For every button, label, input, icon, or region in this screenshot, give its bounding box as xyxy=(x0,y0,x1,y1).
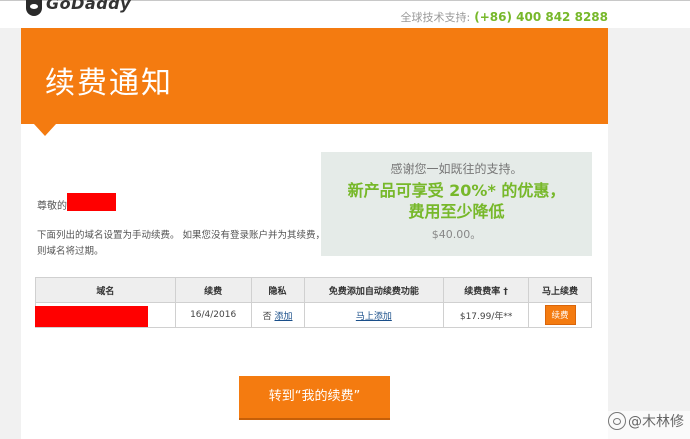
notice-banner: 续费通知 xyxy=(21,28,608,124)
logo-text: GoDaddy xyxy=(46,0,132,13)
col-header-rate: 续费费率 † xyxy=(443,277,530,303)
renewal-date: 16/4/2016 xyxy=(174,302,252,328)
promo-offer-line2: 费用至少降低 xyxy=(408,202,505,221)
renew-button[interactable]: 续费 xyxy=(544,305,576,325)
promo-offer: 新产品可享受 20%* 的优惠， 费用至少降低 xyxy=(321,180,592,222)
col-header-auto-renew: 免费添加自动续费功能 xyxy=(303,277,445,303)
privacy-cell: 否 添加 xyxy=(250,302,305,328)
godaddy-logo-icon xyxy=(26,0,42,16)
col-header-privacy: 隐私 xyxy=(250,277,305,303)
redacted-customer-name xyxy=(67,193,116,211)
watermark: @木林修 xyxy=(608,411,690,439)
godaddy-logo[interactable]: GoDaddy xyxy=(26,0,131,26)
promo-price: $40.00。 xyxy=(431,228,482,241)
email-card: 续费通知 感谢您一如既往的支持。 新产品可享受 20%* 的优惠， 费用至少降低… xyxy=(21,28,608,439)
promo-box: 感谢您一如既往的支持。 新产品可享受 20%* 的优惠， 费用至少降低 $40.… xyxy=(321,152,592,256)
privacy-status: 否 xyxy=(262,311,272,322)
watermark-text: @木林修 xyxy=(628,414,684,430)
promo-thanks: 感谢您一如既往的支持。 xyxy=(390,162,523,176)
add-privacy-link[interactable]: 添加 xyxy=(274,312,292,322)
support-phone[interactable]: (+86) 400 842 8288 xyxy=(474,10,608,24)
weibo-icon xyxy=(608,412,626,430)
promo-offer-line1: 新产品可享受 20%* 的优惠， xyxy=(347,181,566,200)
add-auto-renew-link[interactable]: 马上添加 xyxy=(356,312,392,322)
redacted-domain xyxy=(35,306,148,327)
renew-cell: 续费 xyxy=(528,302,592,328)
support-label: 全球技术支持: xyxy=(400,11,471,24)
col-header-renew-now: 马上续费 xyxy=(528,277,592,303)
table-header-row: 域名 续费 隐私 免费添加自动续费功能 续费费率 † 马上续费 xyxy=(35,277,592,303)
auto-renew-cell: 马上添加 xyxy=(303,302,445,328)
greeting: 尊敬的 xyxy=(37,201,67,212)
banner-title: 续费通知 xyxy=(45,66,173,101)
col-header-domain: 域名 xyxy=(35,277,176,303)
support-info: 全球技术支持: (+86) 400 842 8288 xyxy=(401,9,608,25)
go-to-my-renewals-button[interactable]: 转到“我的续费” xyxy=(239,376,390,418)
intro-text: 下面列出的域名设置为手动续费。 如果您没有登录账户并为其续费，则域名将过期。 xyxy=(37,230,326,257)
banner-notch xyxy=(34,124,56,136)
col-header-renewal: 续费 xyxy=(174,277,252,303)
rate-cell: $17.99/年** xyxy=(443,302,530,328)
